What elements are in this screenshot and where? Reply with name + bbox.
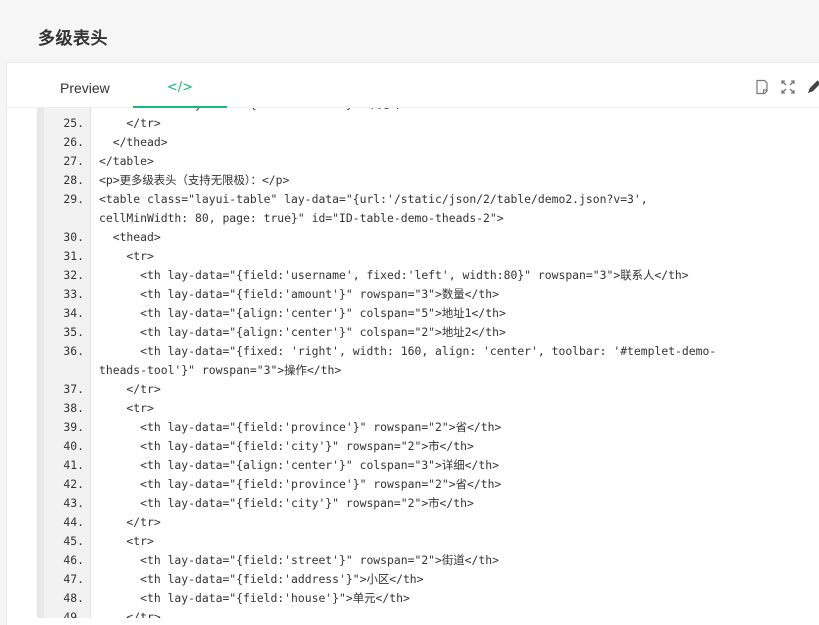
line-code: <p>更多级表头（支持无限极）：</p> — [99, 173, 290, 187]
line-number: 25. — [63, 116, 84, 130]
code-line: 37. </tr> — [37, 380, 819, 399]
line-number: 45. — [63, 534, 84, 548]
code-demo-card: Preview </> 25. </tr> 26. </thead> 27. <… — [6, 62, 819, 625]
line-number: 42. — [63, 477, 84, 491]
line-code: <th lay-data="{field:'street'}" rowspan=… — [99, 553, 499, 567]
code-line: 33. <th lay-data="{field:'amount'}" rows… — [37, 285, 819, 304]
code-line: 36. <th lay-data="{fixed: 'right', width… — [37, 342, 819, 380]
line-code: <th lay-data="{field:'house'}">单元</th> — [99, 591, 410, 605]
code-line: 48. <th lay-data="{field:'house'}">单元</t… — [37, 589, 819, 608]
line-number: 30. — [63, 230, 84, 244]
code-line: 44. </tr> — [37, 513, 819, 532]
line-number: 34. — [63, 306, 84, 320]
line-number: 31. — [63, 249, 84, 263]
line-code: <th lay-data="{field:'province'}" rowspa… — [99, 420, 502, 434]
fullscreen-icon[interactable] — [780, 79, 796, 95]
line-number: 40. — [63, 439, 84, 453]
line-number: 36. — [63, 344, 84, 358]
copy-icon[interactable] — [754, 79, 770, 95]
line-code: <tr> — [99, 534, 154, 548]
line-code: <thead> — [99, 230, 161, 244]
line-number: 27. — [63, 154, 84, 168]
line-code: <th lay-data="{align:'center'}" colspan=… — [99, 458, 499, 472]
line-code: </table> — [99, 154, 154, 168]
line-code: </tr> — [99, 515, 161, 529]
code-line: 35. <th lay-data="{align:'center'}" cols… — [37, 323, 819, 342]
line-code: </tr> — [99, 382, 161, 396]
code-line: 30. <thead> — [37, 228, 819, 247]
code-line: 49. </tr> — [37, 608, 819, 618]
line-number: 33. — [63, 287, 84, 301]
line-code: <tr> — [99, 249, 154, 263]
code-line: 29. <table class="layui-table" lay-data="… — [37, 190, 819, 228]
code-line: 47. <th lay-data="{field:'address'}">小区<… — [37, 570, 819, 589]
line-code: <th lay-data="{field:'address'}">小区</th> — [99, 572, 424, 586]
code-line: 39. <th lay-data="{field:'province'}" ro… — [37, 418, 819, 437]
line-number: 32. — [63, 268, 84, 282]
line-code: </tr> — [99, 116, 161, 130]
line-number: 29. — [63, 192, 84, 206]
code-line: 31. <tr> — [37, 247, 819, 266]
line-code: <th lay-data="{align:'center'}" colspan=… — [99, 306, 506, 320]
line-number: 26. — [63, 135, 84, 149]
tab-code[interactable]: </> — [133, 63, 227, 108]
page-title: 多级表头 — [38, 29, 108, 49]
line-number: 44. — [63, 515, 84, 529]
code-line: 43. <th lay-data="{field:'city'}" rowspa… — [37, 494, 819, 513]
tab-preview[interactable]: Preview — [37, 63, 133, 107]
code-lines: 24. <th lay-data="{field:'house'}">单元</t… — [37, 108, 819, 618]
line-number: 41. — [63, 458, 84, 472]
code-line: 26. </thead> — [37, 133, 819, 152]
line-number: 39. — [63, 420, 84, 434]
line-code: <th lay-data="{fixed: 'right', width: 16… — [99, 344, 717, 358]
code-line: 38. <tr> — [37, 399, 819, 418]
code-viewer[interactable]: 24. <th lay-data="{field:'house'}">单元</t… — [37, 108, 819, 618]
code-line: 28. <p>更多级表头（支持无限极）：</p> — [37, 171, 819, 190]
tab-bar: Preview </> — [7, 63, 819, 108]
line-code: <th lay-data="{field:'amount'}" rowspan=… — [99, 287, 499, 301]
code-line: 46. <th lay-data="{field:'street'}" rows… — [37, 551, 819, 570]
line-number: 35. — [63, 325, 84, 339]
line-number: 43. — [63, 496, 84, 510]
line-number: 38. — [63, 401, 84, 415]
code-line: 40. <th lay-data="{field:'city'}" rowspa… — [37, 437, 819, 456]
code-line: 45. <tr> — [37, 532, 819, 551]
line-code: <th lay-data="{align:'center'}" colspan=… — [99, 325, 506, 339]
line-code: <th lay-data="{field:'province'}" rowspa… — [99, 477, 502, 491]
line-code: <table class="layui-table" lay-data="{ur… — [99, 192, 648, 206]
line-code: <th lay-data="{field:'city'}" rowspan="2… — [99, 496, 474, 510]
line-number: 49. — [63, 610, 84, 618]
line-code: <th lay-data="{field:'city'}" rowspan="2… — [99, 439, 474, 453]
edit-icon[interactable] — [806, 79, 819, 95]
code-line: 41. <th lay-data="{align:'center'}" cols… — [37, 456, 819, 475]
line-number: 46. — [63, 553, 84, 567]
line-number: 37. — [63, 382, 84, 396]
line-number: 47. — [63, 572, 84, 586]
code-line: 32. <th lay-data="{field:'username', fix… — [37, 266, 819, 285]
code-line: 27. </table> — [37, 152, 819, 171]
line-code-wrapped: theads-tool'}" rowspan="3">操作</th> — [99, 363, 342, 377]
line-code: </thead> — [99, 135, 168, 149]
code-line: 25. </tr> — [37, 114, 819, 133]
line-code: </tr> — [99, 610, 161, 618]
line-code: <th lay-data="{field:'username', fixed:'… — [99, 268, 689, 282]
line-number: 48. — [63, 591, 84, 605]
line-number: 28. — [63, 173, 84, 187]
code-line: 42. <th lay-data="{field:'province'}" ro… — [37, 475, 819, 494]
code-line: 34. <th lay-data="{align:'center'}" cols… — [37, 304, 819, 323]
page: 多级表头 Preview </> 25. </tr> 26. </thead> … — [0, 0, 819, 625]
line-code-wrapped: cellMinWidth: 80, page: true}" id="ID-ta… — [99, 211, 504, 225]
line-code: <tr> — [99, 401, 154, 415]
